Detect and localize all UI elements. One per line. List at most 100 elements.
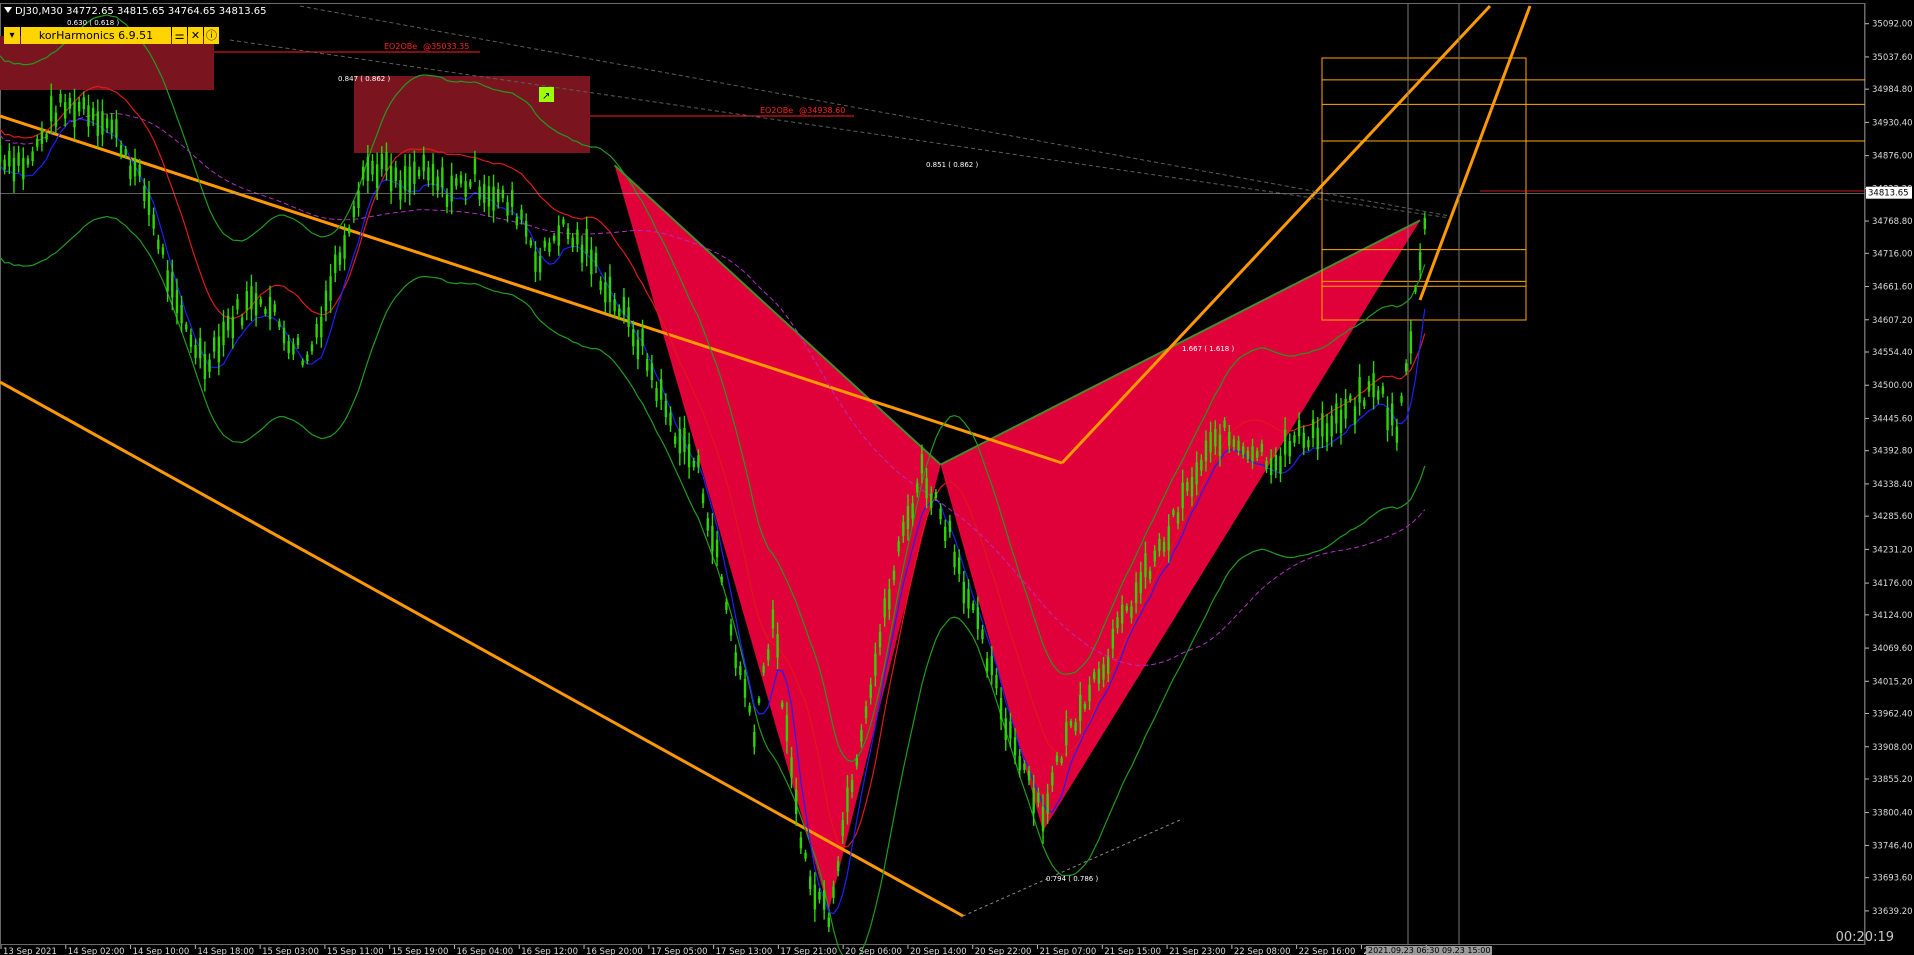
candle-body [417,169,421,177]
candle-body [1190,476,1194,497]
indicator-label[interactable]: korHarmonics 6.9.51 [21,27,171,44]
candle-body [259,299,262,305]
time-tick-label: 22 Sep 16:00 [1299,947,1356,955]
candle-body [1265,460,1268,469]
candle-body [627,307,630,327]
candle-body [96,111,99,136]
candle-body [469,181,472,187]
candle-body [1269,457,1273,475]
candle-body [1409,331,1413,354]
candle-body [1228,431,1231,446]
candle-body [278,321,281,328]
candle-body [888,589,891,610]
pattern-triangle-xab [614,165,941,911]
candle-body [1009,721,1012,739]
candle-body [1167,526,1170,551]
candle-body [757,698,761,704]
price-tick-label: 33908.00 [1872,743,1913,753]
candle-body [599,280,602,290]
chart-canvas[interactable]: EO2OBe @35033.35 EO2OBe @34938.60 0.630 ( … [0,0,1914,955]
candle-body [608,276,612,303]
candle-body [1414,287,1417,292]
candle-body [1404,363,1408,372]
candle-body [841,820,844,837]
candle-body [697,455,700,468]
time-tick-label: 20 Sep 14:00 [910,947,967,955]
candle-body [1181,482,1184,509]
time-tick-label: 16 Sep 20:00 [586,947,643,955]
candle-body [389,165,393,192]
candle-body [268,296,272,320]
candle-body [706,518,709,531]
candle-body [292,343,295,355]
current-price-label: 34813.65 [1868,189,1909,199]
candle-body [422,154,425,172]
wrench-hammer-icon[interactable]: ✕ [188,27,203,44]
candle-body [1209,431,1212,453]
candle-body [231,316,235,338]
price-tick-label: 34124.00 [1872,611,1913,621]
candle-body [948,520,952,533]
candle-body [217,336,221,363]
candle-body [1391,403,1394,426]
candle-body [110,119,113,133]
price-tick-label: 34392.80 [1872,447,1913,457]
collapse-triangle-icon[interactable] [4,7,12,13]
candle-body [818,892,821,900]
candle-body [129,165,132,180]
price-tick-label: 34984.80 [1872,85,1913,95]
orange-trendline-upper [0,114,1063,465]
candle-body [157,239,160,250]
candle-body [385,152,388,172]
candle-body [799,837,803,849]
info-icon[interactable]: ⓘ [204,27,219,44]
candle-body [0,145,2,162]
candle-body [1321,413,1324,437]
candle-body [87,105,90,127]
candle-body [473,158,477,175]
candle-body [1311,419,1315,438]
price-tick-label: 35092.00 [1872,20,1913,30]
candle-body [1232,439,1236,448]
candle-body [641,328,644,347]
candle-body [827,917,831,928]
candle-body [673,436,677,444]
candle-body [464,181,467,197]
candle-body [315,324,318,338]
candle-body [739,665,742,676]
candle-body [548,242,551,252]
candle-body [930,493,933,508]
time-tick-label: 14 Sep 02:00 [68,947,125,955]
sliders-icon[interactable]: ⚌ [172,27,187,44]
candle-body [897,541,900,552]
chevron-down-icon[interactable]: ▾ [4,27,20,44]
time-tick-label: 17 Sep 05:00 [651,947,708,955]
candle-body [287,340,290,354]
candle-body [101,111,104,135]
candle-body [874,653,877,676]
price-tick-label: 34930.40 [1872,118,1913,128]
candle-body [771,609,775,629]
candle-body [105,118,109,129]
candle-body [1013,737,1017,756]
candle-body [785,715,789,741]
candle-body [59,93,62,103]
candle-body [916,483,919,493]
candle-body [543,240,546,248]
candle-body [1046,793,1049,814]
candle-body [1027,770,1031,781]
time-tick-label: 22 Sep 08:00 [1234,947,1291,955]
candle-body [687,444,691,468]
candle-body [925,478,928,499]
candle-body [1260,443,1264,453]
candle-body [436,176,439,191]
candle-body [1293,435,1296,443]
candle-body [1330,415,1333,437]
price-tick-label: 34338.40 [1872,480,1913,490]
candle-body [133,157,137,177]
candle-body [497,189,500,203]
candle-body [124,149,127,156]
candle-body [273,304,276,312]
time-tick-label: 14 Sep 18:00 [197,947,254,955]
price-tick-label: 33693.60 [1872,874,1913,884]
